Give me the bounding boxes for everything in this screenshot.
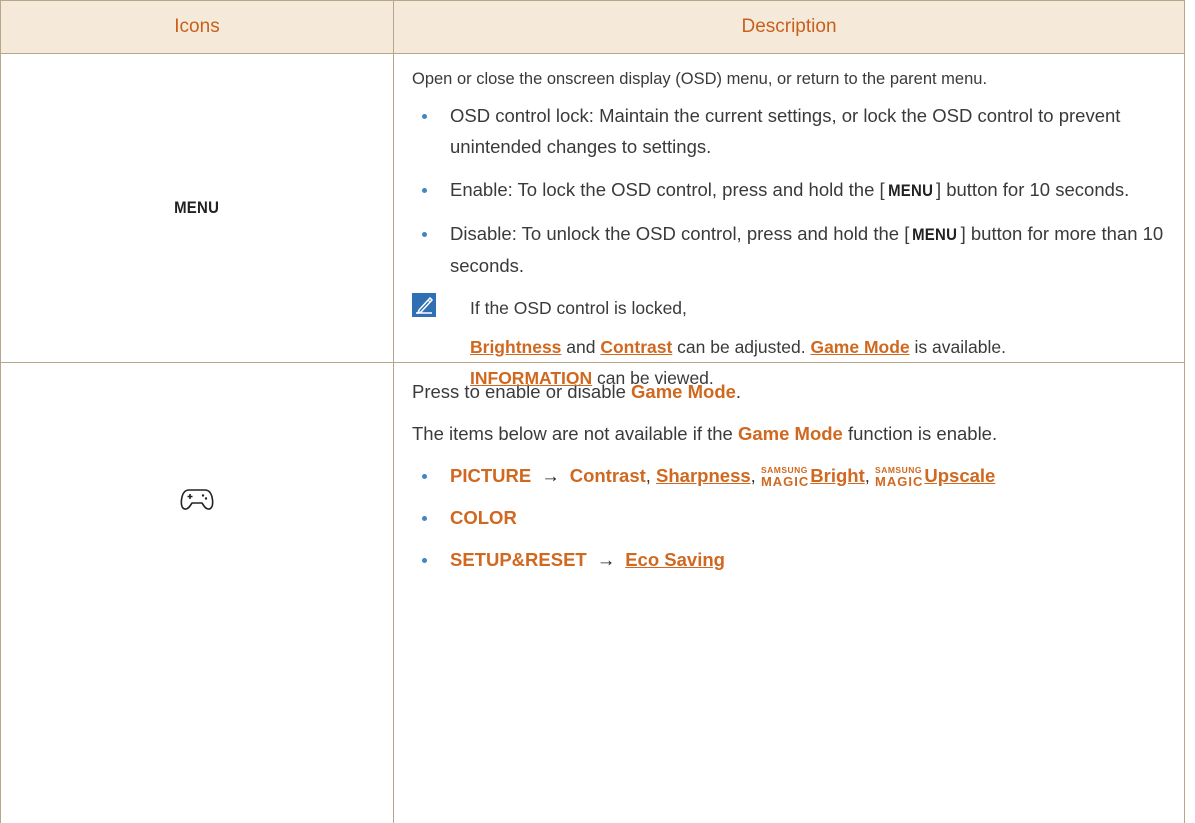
link-information[interactable]: INFORMATION [470,368,592,388]
bullet-setup: SETUP&RESET → Eco Saving [412,544,1174,575]
menu-key-inline: MENU [887,181,933,200]
link-game-mode[interactable]: Game Mode [810,337,909,357]
game-description-cell: Press to enable or disable Game Mode. Th… [394,363,1184,823]
link-bright[interactable]: Bright [810,465,864,486]
picture-label: PICTURE [450,465,532,486]
samsung-magic-logo: SAMSUNG MAGIC [760,465,810,489]
link-eco-saving[interactable]: Eco Saving [625,549,725,570]
game-line2: The items below are not available if the… [412,423,998,444]
bullet-disable: Disable: To unlock the OSD control, pres… [412,218,1174,281]
link-upscale[interactable]: Upscale [924,465,995,486]
note-line2: Brightness and Contrast can be adjusted.… [470,337,1006,357]
header-description: Description [741,16,837,37]
note-line1: If the OSD control is locked, [470,298,687,318]
bullet-enable: Enable: To lock the OSD control, press a… [412,174,1174,206]
table-row-game: Press to enable or disable Game Mode. Th… [1,363,1184,823]
gamepad-icon [180,489,214,510]
link-sharpness[interactable]: Sharpness [656,465,751,486]
note-line3: INFORMATION can be viewed. [470,368,714,388]
table-header: Icons Description [1,0,1184,54]
note-pencil-icon [412,293,436,317]
menu-intro: Open or close the onscreen display (OSD)… [412,70,988,88]
table-row-menu: MENU Open or close the onscreen display … [1,54,1184,388]
bullet-color: COLOR [412,502,1174,533]
link-contrast[interactable]: Contrast [600,337,672,357]
link-brightness[interactable]: Brightness [470,337,561,357]
header-icons: Icons [174,16,220,37]
menu-description-cell: Open or close the onscreen display (OSD)… [394,54,1184,388]
bullet-osd-lock: OSD control lock: Maintain the current s… [412,100,1174,162]
menu-key-inline: MENU [912,225,958,244]
game-icon-cell [1,363,394,823]
icons-table: Icons Description MENU Open or close the… [0,0,1185,823]
header-icons-cell: Icons [1,1,394,53]
bullet-picture: PICTURE → Contrast, Sharpness, SAMSUNG MAGI… [412,460,1174,491]
contrast-label: Contrast [569,465,646,486]
menu-icon-cell: MENU [1,54,394,362]
note-block: If the OSD control is locked, Brightness… [412,293,1174,394]
samsung-magic-logo: SAMSUNG MAGIC [875,465,924,489]
header-description-cell: Description [394,1,1184,53]
menu-key-label: MENU [174,198,220,217]
